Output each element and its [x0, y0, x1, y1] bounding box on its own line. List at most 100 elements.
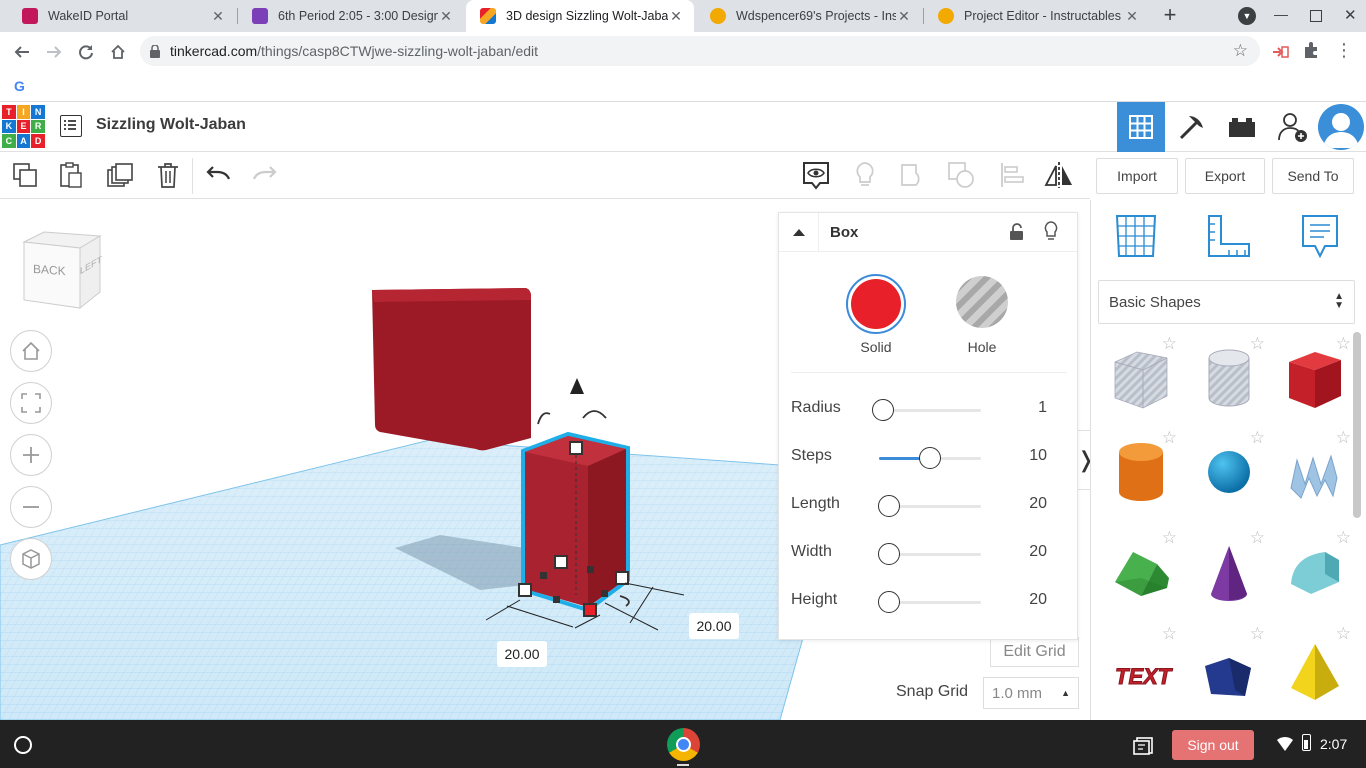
- group-icon[interactable]: [898, 160, 928, 190]
- launcher-icon[interactable]: [14, 736, 32, 754]
- browser-tab-5[interactable]: Project Editor - Instructables ✕: [924, 0, 1150, 32]
- roof-shape[interactable]: ☆: [1101, 528, 1181, 614]
- browser-menu-icon[interactable]: ⋮: [1334, 41, 1354, 61]
- close-icon[interactable]: ✕: [1124, 8, 1140, 25]
- text-shape[interactable]: ☆ TEXT: [1101, 624, 1181, 710]
- zoom-out-button[interactable]: [10, 486, 52, 528]
- browser-tab-2[interactable]: 6th Period 2:05 - 3:00 Design ( ✕: [238, 0, 464, 32]
- prism-shape[interactable]: ☆: [1189, 624, 1269, 710]
- close-icon[interactable]: ✕: [668, 8, 684, 25]
- paste-icon[interactable]: [56, 160, 86, 190]
- lightbulb-icon[interactable]: [850, 160, 880, 190]
- mirror-icon[interactable]: [1044, 160, 1074, 190]
- import-button[interactable]: Import: [1096, 158, 1178, 194]
- cone-shape[interactable]: ☆: [1189, 528, 1269, 614]
- round-roof-shape[interactable]: ☆: [1275, 528, 1355, 614]
- view-cube[interactable]: BACK LEFT: [20, 230, 102, 312]
- fit-view-button[interactable]: [10, 382, 52, 424]
- cylinder-hole-shape[interactable]: ☆: [1189, 334, 1269, 420]
- bricks-button[interactable]: [1218, 102, 1266, 152]
- favorite-star-icon[interactable]: ☆: [1336, 334, 1351, 354]
- box-shape[interactable]: ☆: [1275, 334, 1355, 420]
- extensions-puzzle-icon[interactable]: [1302, 41, 1322, 61]
- undo-icon[interactable]: [203, 160, 233, 190]
- param-value[interactable]: 20: [1029, 495, 1047, 513]
- param-value[interactable]: 20: [1029, 591, 1047, 609]
- move-up-arrow-icon[interactable]: [570, 378, 584, 394]
- shape-category-select[interactable]: Basic Shapes ▲ ▼: [1098, 280, 1355, 324]
- perspective-toggle-button[interactable]: [10, 538, 52, 580]
- duplicate-icon[interactable]: [105, 160, 135, 190]
- minimize-icon[interactable]: —: [1274, 6, 1288, 22]
- favorite-star-icon[interactable]: ☆: [1336, 428, 1351, 448]
- home-icon[interactable]: [104, 38, 132, 66]
- codeblocks-button[interactable]: [1168, 102, 1216, 152]
- clock-time[interactable]: 2:07: [1320, 736, 1347, 752]
- tote-holding-space-icon[interactable]: [1133, 734, 1155, 756]
- favorite-star-icon[interactable]: ☆: [1162, 528, 1177, 548]
- dimension-length-label[interactable]: 20.00: [497, 641, 547, 667]
- hole-button[interactable]: [956, 276, 1008, 328]
- new-tab-button[interactable]: +: [1158, 4, 1182, 28]
- tab-search-icon[interactable]: ▼: [1238, 7, 1256, 25]
- rotate-handle-icon[interactable]: [537, 412, 551, 425]
- notes-tool-icon[interactable]: [1301, 214, 1339, 263]
- reload-icon[interactable]: [72, 38, 100, 66]
- favorite-star-icon[interactable]: ☆: [1162, 624, 1177, 644]
- box-hole-shape[interactable]: ☆: [1101, 334, 1181, 420]
- collapse-inspector-button[interactable]: [779, 213, 819, 251]
- favorite-star-icon[interactable]: ☆: [1250, 334, 1265, 354]
- bookmark-star-icon[interactable]: ☆: [1233, 41, 1248, 61]
- 3d-design-view-button[interactable]: [1117, 102, 1165, 152]
- invite-user-button[interactable]: [1270, 102, 1316, 152]
- lightbulb-icon[interactable]: [1043, 221, 1059, 246]
- redo-icon[interactable]: [250, 160, 280, 190]
- favorite-star-icon[interactable]: ☆: [1250, 624, 1265, 644]
- close-icon[interactable]: ✕: [210, 8, 226, 25]
- delete-trash-icon[interactable]: [153, 160, 183, 190]
- param-slider-knob[interactable]: [872, 399, 894, 421]
- favorite-star-icon[interactable]: ☆: [1250, 428, 1265, 448]
- browser-tab-3-active[interactable]: 3D design Sizzling Wolt-Jaban ✕: [466, 0, 694, 32]
- param-slider-knob[interactable]: [878, 495, 900, 517]
- close-icon[interactable]: ✕: [438, 8, 454, 25]
- design-list-icon[interactable]: [60, 115, 82, 137]
- param-value[interactable]: 10: [1029, 447, 1047, 465]
- browser-tab-4[interactable]: Wdspencer69's Projects - Instru ✕: [696, 0, 922, 32]
- design-title[interactable]: Sizzling Wolt-Jaban: [96, 116, 246, 134]
- selected-box-shape[interactable]: [521, 431, 630, 613]
- dimension-width-label[interactable]: 20.00: [689, 613, 739, 639]
- google-bookmark-icon[interactable]: G: [14, 78, 25, 94]
- favorite-star-icon[interactable]: ☆: [1336, 624, 1351, 644]
- sphere-shape[interactable]: ☆: [1189, 428, 1269, 514]
- chrome-app-icon[interactable]: [667, 728, 700, 761]
- send-to-button[interactable]: Send To: [1272, 158, 1354, 194]
- param-slider-knob[interactable]: [919, 447, 941, 469]
- snap-grid-select[interactable]: 1.0 mm ▲: [983, 677, 1079, 709]
- address-bar[interactable]: tinkercad.com/things/casp8CTWjwe-sizzlin…: [140, 36, 1260, 66]
- export-button[interactable]: Export: [1185, 158, 1265, 194]
- param-slider[interactable]: [878, 495, 981, 517]
- extension-icon[interactable]: [1270, 42, 1290, 62]
- favorite-star-icon[interactable]: ☆: [1162, 334, 1177, 354]
- browser-tab-1[interactable]: WakeID Portal ✕: [8, 0, 236, 32]
- param-value[interactable]: 20: [1029, 543, 1047, 561]
- copy-icon[interactable]: [10, 160, 40, 190]
- pyramid-shape[interactable]: ☆: [1275, 624, 1355, 710]
- param-slider[interactable]: [878, 591, 981, 613]
- wifi-icon[interactable]: [1276, 736, 1294, 757]
- param-value[interactable]: 1: [1038, 399, 1047, 417]
- param-slider-knob[interactable]: [878, 591, 900, 613]
- notes-visibility-icon[interactable]: [801, 160, 831, 190]
- floating-box-shape[interactable]: [372, 288, 531, 451]
- tinkercad-logo[interactable]: T I N K E R C A D: [2, 105, 45, 148]
- favorite-star-icon[interactable]: ☆: [1162, 428, 1177, 448]
- ungroup-icon[interactable]: [947, 160, 977, 190]
- param-slider-knob[interactable]: [878, 543, 900, 565]
- back-arrow-icon[interactable]: [8, 38, 36, 66]
- zoom-in-button[interactable]: [10, 434, 52, 476]
- param-slider[interactable]: [878, 543, 981, 565]
- workplane-tool-icon[interactable]: [1115, 214, 1157, 263]
- cylinder-shape[interactable]: ☆: [1101, 428, 1181, 514]
- align-icon[interactable]: [997, 160, 1027, 190]
